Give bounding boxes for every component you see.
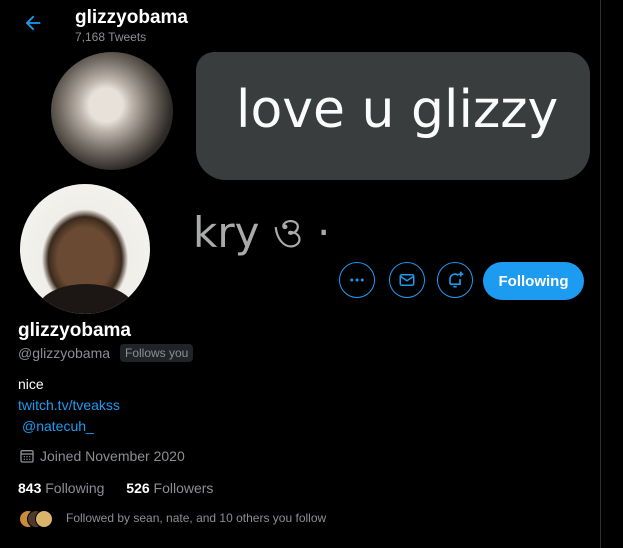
avatar-shirt xyxy=(38,284,134,314)
header-title: glizzyobama xyxy=(75,7,188,28)
more-button[interactable] xyxy=(339,262,375,298)
avatar-photo xyxy=(20,184,150,314)
profile-link[interactable]: twitch.tv/tveakss xyxy=(18,397,120,413)
profile-bio: nice xyxy=(18,376,44,392)
joined-date: Joined November 2020 xyxy=(40,448,185,464)
calendar-icon xyxy=(20,450,34,463)
mail-icon xyxy=(399,274,415,286)
more-icon xyxy=(350,278,364,282)
message-button[interactable] xyxy=(389,262,425,298)
profile-header: glizzyobama 7,168 Tweets xyxy=(0,0,600,52)
back-arrow-icon[interactable] xyxy=(22,12,44,34)
follows-you-badge: Follows you xyxy=(120,344,194,362)
followers-label: Followers xyxy=(153,480,214,496)
avatar[interactable] xyxy=(16,180,154,318)
follow-stats: 843 Following 526 Followers xyxy=(18,480,231,496)
followers-count: 526 xyxy=(126,480,150,496)
profile-handle: @glizzyobama xyxy=(18,345,111,361)
notify-button[interactable] xyxy=(437,262,473,298)
followers-stat[interactable]: 526 Followers xyxy=(126,480,213,496)
following-stat[interactable]: 843 Following xyxy=(18,480,104,496)
avatar xyxy=(35,510,53,528)
banner-photo xyxy=(51,52,173,170)
profile-name: glizzyobama xyxy=(18,320,131,341)
following-label: Following xyxy=(45,480,105,496)
banner-message: love u glizzy xyxy=(236,80,559,140)
profile-mention[interactable]: @natecuh_ xyxy=(22,418,94,434)
followed-by-avatars[interactable] xyxy=(19,510,59,528)
column-border xyxy=(600,0,601,548)
following-count: 843 xyxy=(18,480,42,496)
banner-signature: kry ও · xyxy=(193,208,331,257)
bell-plus-icon xyxy=(449,271,464,288)
followed-by-text[interactable]: Followed by sean, nate, and 10 others yo… xyxy=(66,511,326,525)
following-button[interactable]: Following xyxy=(483,262,584,300)
tweet-count: 7,168 Tweets xyxy=(75,30,147,44)
